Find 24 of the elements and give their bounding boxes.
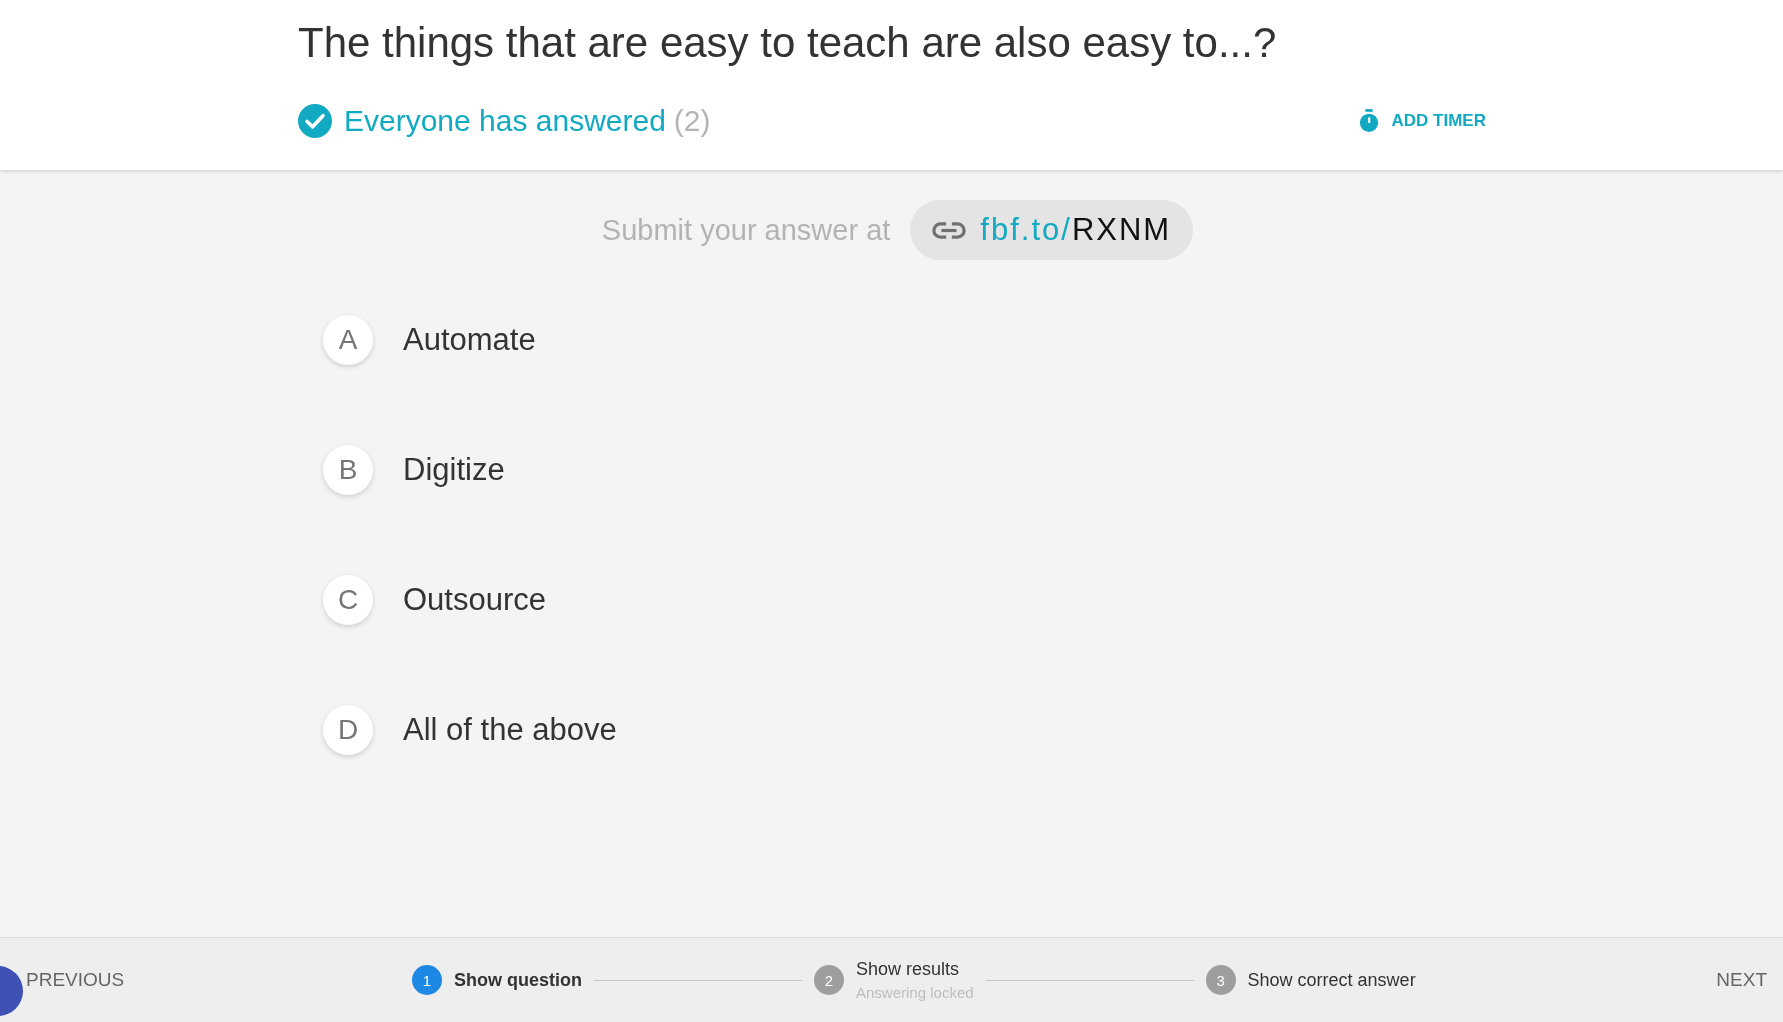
step-number: 3 xyxy=(1205,965,1236,995)
link-icon xyxy=(932,220,967,240)
option-letter: A xyxy=(323,315,373,365)
option-letter: C xyxy=(323,575,373,625)
option-text: Automate xyxy=(403,322,536,358)
stopwatch-icon xyxy=(1357,109,1380,133)
option-text: All of the above xyxy=(403,712,617,748)
step-label[interactable]: Show correct answer xyxy=(1247,969,1416,991)
option-letter: D xyxy=(323,705,373,755)
submit-instruction: Submit your answer at xyxy=(601,213,891,247)
answer-count: (2) xyxy=(673,104,711,138)
question-title: The things that are easy to teach are also easy to...? xyxy=(298,18,1278,68)
option-text: Outsource xyxy=(403,582,546,618)
step-number: 1 xyxy=(412,965,442,995)
step-number: 2 xyxy=(814,965,844,995)
step-label[interactable]: Show results xyxy=(856,959,974,980)
option-text: Digitize xyxy=(403,452,505,488)
previous-button[interactable]: PREVIOUS xyxy=(22,965,412,995)
check-circle-icon xyxy=(298,104,332,138)
step-label[interactable]: Show question xyxy=(454,969,582,991)
answered-status: Everyone has answered xyxy=(344,104,666,138)
next-button[interactable]: NEXT xyxy=(1712,965,1771,995)
option-letter: B xyxy=(323,445,373,495)
answer-link[interactable]: fbf.to/RXNM xyxy=(910,200,1194,260)
